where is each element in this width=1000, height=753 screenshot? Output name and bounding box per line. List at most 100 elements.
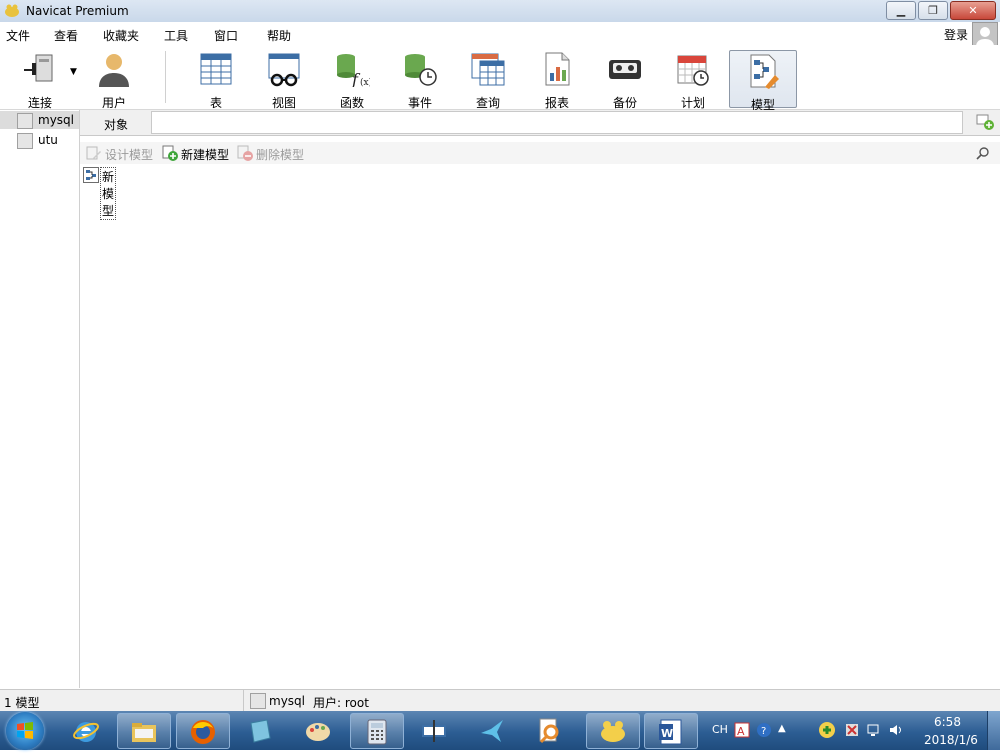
svg-text:W: W: [661, 727, 673, 740]
query-label: 查询: [475, 96, 500, 110]
report-icon: [545, 52, 570, 86]
connection-icon: [250, 693, 266, 709]
delete-model-label: 删除模型: [256, 148, 305, 162]
close-button[interactable]: ✕: [950, 1, 996, 20]
model-icon: [750, 54, 779, 89]
connection-label: mysql: [38, 113, 74, 127]
flag-icon[interactable]: [844, 722, 860, 738]
tray-expand-icon[interactable]: ▲: [778, 723, 786, 734]
model-button[interactable]: 模型: [729, 50, 797, 112]
calculator-icon: [367, 719, 387, 745]
connection-label: utu: [38, 133, 58, 147]
svg-text:(x): (x): [360, 77, 370, 87]
taskbar-explorer[interactable]: [117, 713, 171, 749]
search-icon[interactable]: [976, 146, 990, 160]
taskbar-paint[interactable]: [292, 713, 346, 749]
minimize-button[interactable]: ▁: [886, 1, 916, 20]
event-icon: [405, 54, 437, 86]
taskbar-bird-app[interactable]: [466, 713, 520, 749]
title-bar: Navicat Premium ▁ ❐ ✕: [0, 0, 1000, 23]
system-tray: CH A ? ▲ 6:58 2018/1/6: [706, 711, 1000, 750]
toolbar-divider: [165, 51, 166, 103]
query-button[interactable]: 查询: [456, 49, 520, 110]
taskbar-search-app[interactable]: [524, 713, 578, 749]
login-link[interactable]: 登录: [944, 26, 968, 43]
function-label: 函数: [339, 96, 364, 110]
delete-icon: [237, 145, 253, 161]
menu-favorites[interactable]: 收藏夹: [103, 27, 139, 44]
taskbar-notebook[interactable]: [234, 713, 288, 749]
bird-icon: [481, 720, 503, 742]
connect-button[interactable]: 连接: [8, 49, 72, 110]
notebook-icon: [250, 719, 271, 743]
volume-icon[interactable]: [888, 722, 904, 738]
clock-date[interactable]: 2018/1/6: [924, 733, 978, 747]
connection-item-mysql[interactable]: mysql: [0, 111, 79, 129]
word-icon: W: [659, 719, 682, 745]
connection-icon: [17, 133, 33, 149]
report-label: 报表: [544, 96, 569, 110]
model-file-icon: [83, 167, 99, 183]
event-button[interactable]: 事件: [388, 49, 452, 110]
help-icon[interactable]: ?: [756, 722, 772, 738]
query-icon: [471, 53, 505, 86]
restore-button[interactable]: ❐: [918, 1, 948, 20]
menu-view[interactable]: 查看: [54, 27, 78, 44]
object-toolbar: 设计模型 新建模型 删除模型: [80, 142, 1000, 164]
input-language[interactable]: CH: [712, 723, 728, 736]
add-tab-icon[interactable]: [974, 112, 996, 132]
backup-button[interactable]: 备份: [593, 49, 657, 110]
backup-label: 备份: [612, 96, 637, 110]
input-method-icon[interactable]: A: [734, 722, 750, 738]
menu-bar: 文件 查看 收藏夹 工具 窗口 帮助: [0, 22, 1000, 44]
start-button[interactable]: [6, 712, 44, 750]
function-icon: f(x): [337, 54, 372, 89]
function-button[interactable]: f(x) 函数: [320, 49, 384, 110]
status-count: 1 模型: [4, 696, 40, 710]
internet-explorer-icon: [73, 722, 99, 742]
new-model-label: 新建模型: [181, 148, 230, 162]
svg-text:A: A: [737, 725, 745, 738]
taskbar-word[interactable]: W: [644, 713, 698, 749]
tab-bar: 对象: [80, 110, 1000, 136]
taskbar-firefox[interactable]: [176, 713, 230, 749]
status-divider: [243, 690, 244, 712]
tab-strip-empty: [151, 111, 963, 134]
menu-window[interactable]: 窗口: [214, 27, 238, 44]
view-button[interactable]: 视图: [252, 49, 316, 110]
windows-logo-icon: [17, 722, 33, 739]
object-list: 新模型: [80, 165, 1000, 688]
report-button[interactable]: 报表: [525, 49, 589, 110]
menu-file[interactable]: 文件: [6, 27, 30, 44]
security-shield-icon[interactable]: [818, 721, 836, 739]
new-icon: [162, 145, 178, 161]
clock-time[interactable]: 6:58: [934, 715, 961, 729]
taskbar-ie[interactable]: [60, 713, 114, 749]
navicat-logo-icon: [5, 4, 19, 17]
user-icon: [99, 54, 129, 87]
taskbar-snipping[interactable]: [408, 713, 462, 749]
navicat-icon: [601, 721, 625, 742]
network-icon[interactable]: [866, 722, 882, 738]
tab-objects[interactable]: 对象: [80, 110, 150, 135]
taskbar-navicat[interactable]: [586, 713, 640, 749]
connection-item-utu[interactable]: utu: [0, 131, 79, 149]
show-desktop-button[interactable]: [987, 711, 1000, 750]
table-button[interactable]: 表: [184, 49, 248, 110]
schedule-label: 计划: [680, 96, 705, 110]
snipping-tool-icon: [422, 720, 446, 742]
magnifier-icon: [539, 718, 559, 744]
windows-taskbar: W CH A ? ▲ 6:58 2018/1/6: [0, 711, 1000, 750]
paint-palette-icon: [306, 723, 330, 741]
view-icon: [268, 53, 300, 87]
menu-tools[interactable]: 工具: [164, 27, 188, 44]
backup-icon: [609, 60, 641, 79]
taskbar-calculator[interactable]: [350, 713, 404, 749]
menu-help[interactable]: 帮助: [267, 27, 291, 44]
folder-icon: [132, 723, 156, 742]
user-button[interactable]: 用户: [82, 49, 146, 110]
table-icon: [200, 53, 232, 85]
connect-dropdown-icon[interactable]: ▼: [70, 67, 77, 77]
user-icon: [976, 27, 994, 47]
schedule-button[interactable]: 计划: [661, 49, 725, 110]
